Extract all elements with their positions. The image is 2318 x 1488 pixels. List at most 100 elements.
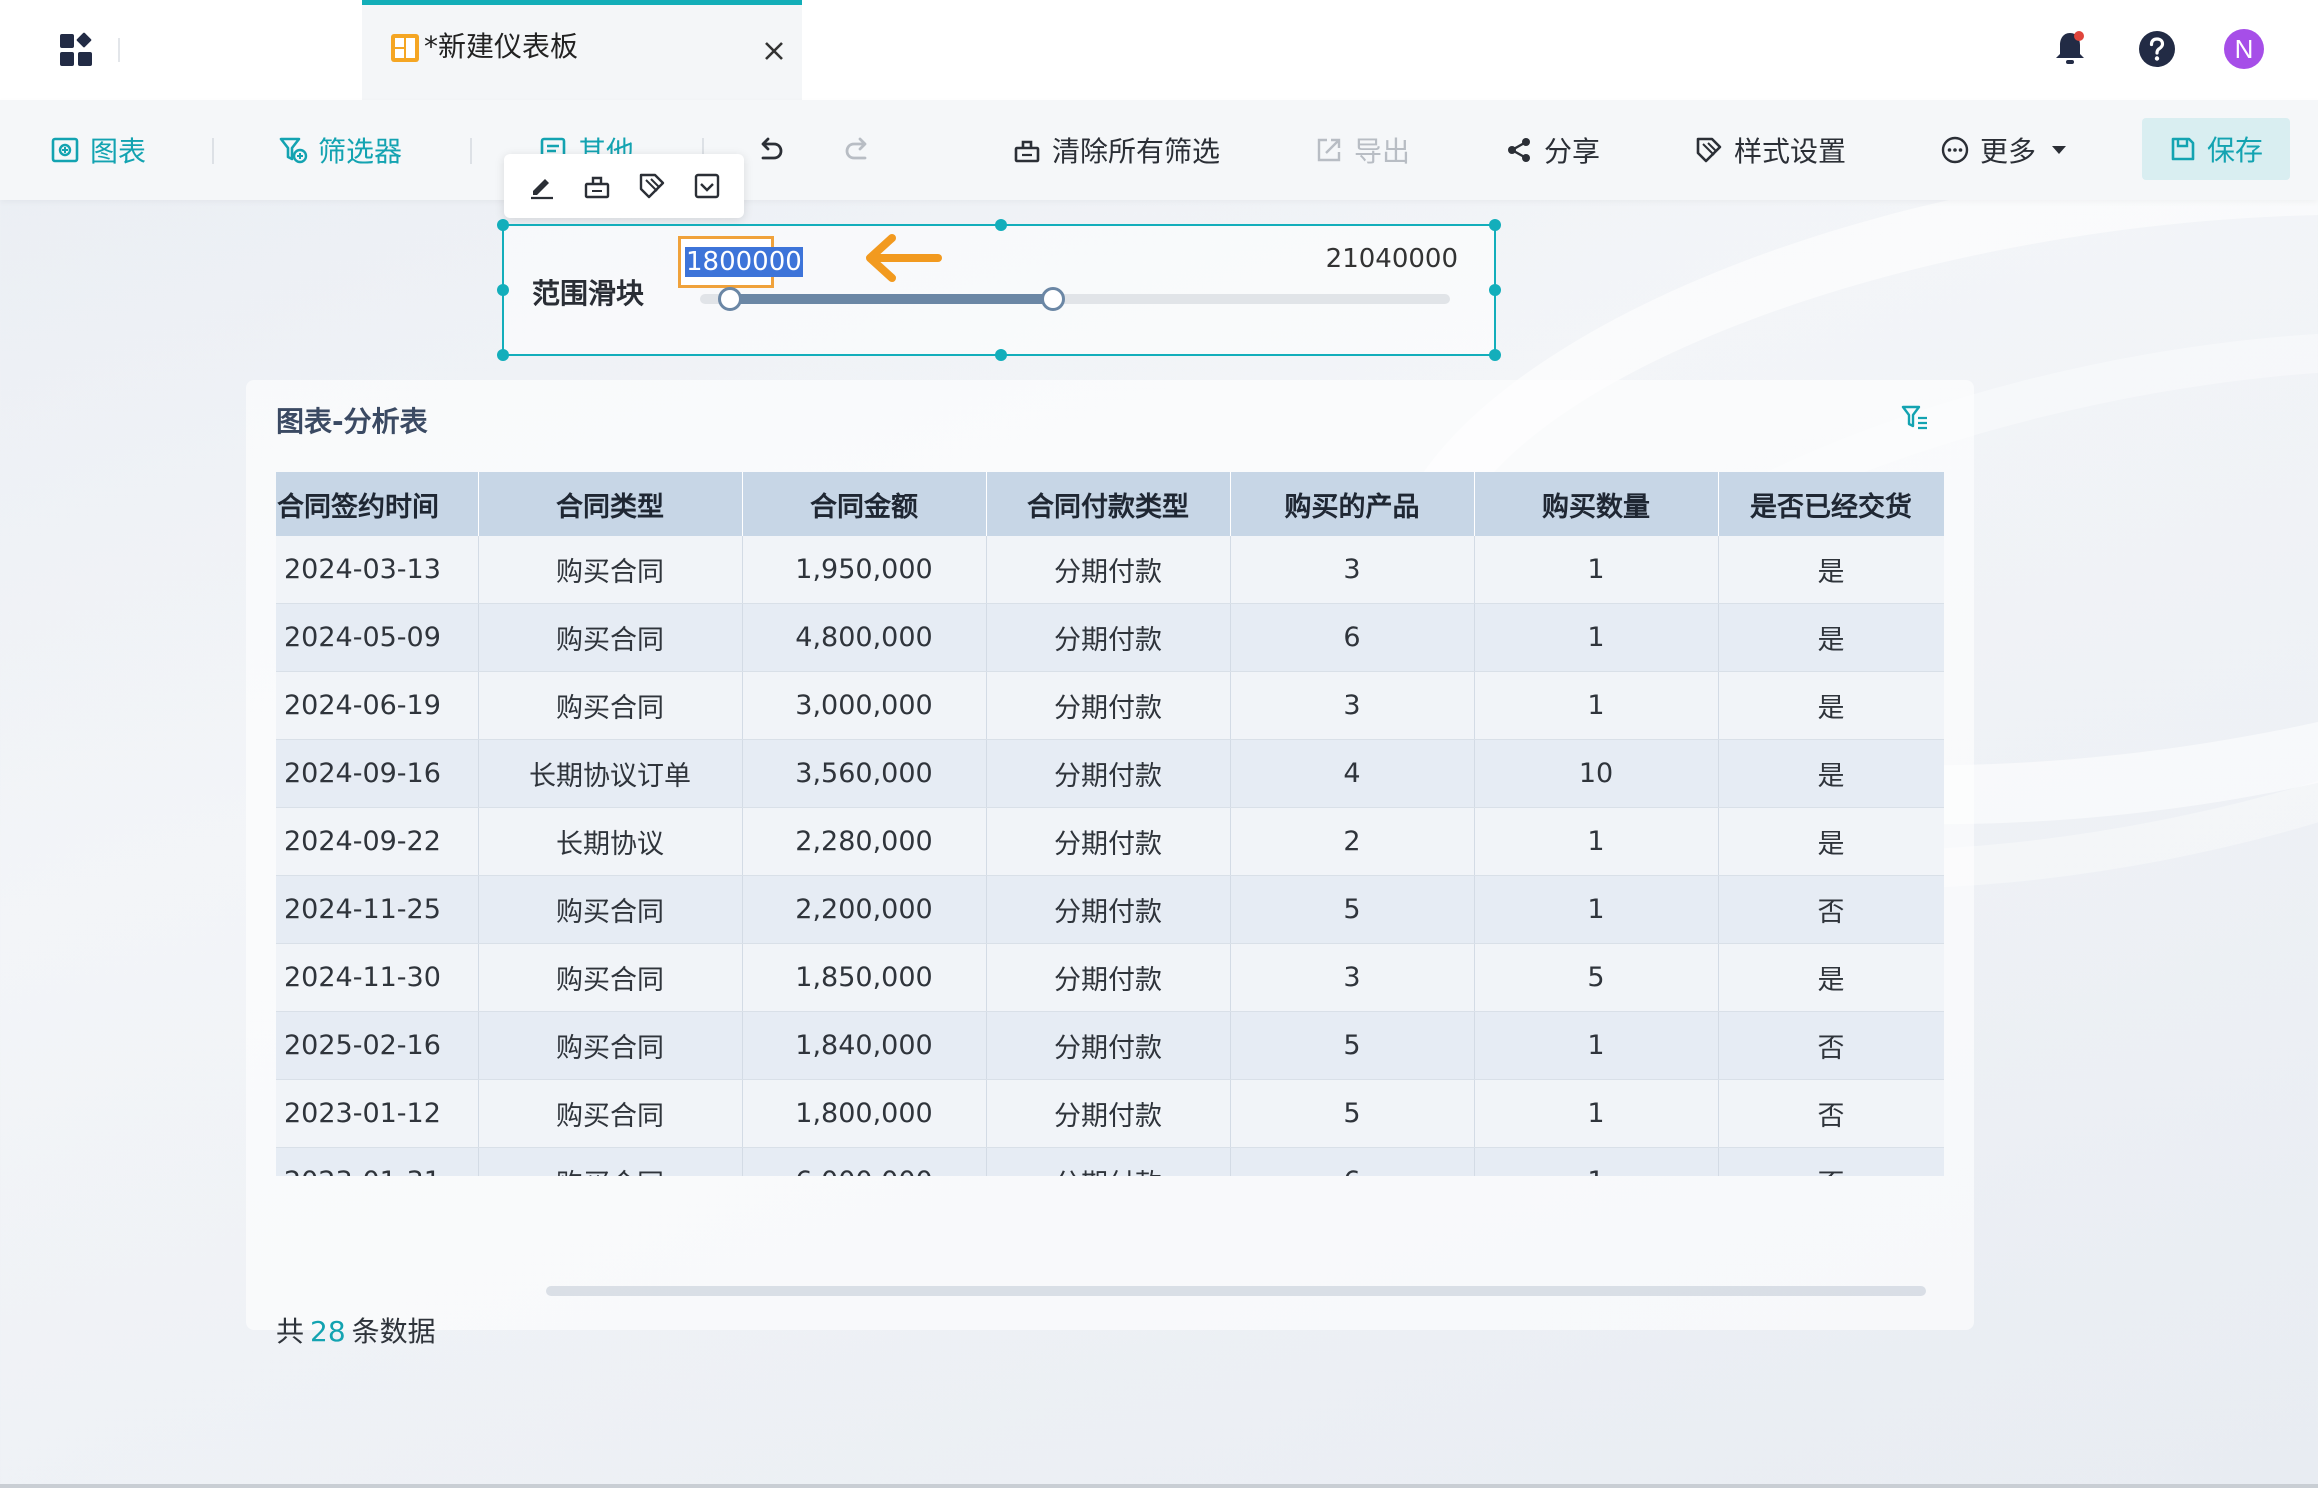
range-slider-widget[interactable]: 范围滑块 1800000 21040000 <box>497 219 1501 361</box>
table-row[interactable]: 2023-01-12 购买合同 1,800,000 分期付款 5 1 否 <box>276 1079 1944 1148</box>
top-bar: *新建仪表板 N <box>0 0 2318 100</box>
chart-button[interactable]: 图表 <box>50 130 146 170</box>
slider-selected-range <box>730 294 1053 304</box>
column-header[interactable]: 合同金额 <box>742 472 987 536</box>
table-cell: 4,800,000 <box>742 603 987 672</box>
resize-handle[interactable] <box>497 284 509 296</box>
table-cell: 2024-05-09 <box>276 603 479 672</box>
save-icon <box>2171 137 2195 161</box>
resize-handle[interactable] <box>1489 349 1501 361</box>
column-header[interactable]: 是否已经交货 <box>1718 472 1944 536</box>
table-cell: 是 <box>1718 807 1944 876</box>
table-cell: 2023-01-31 <box>276 1147 479 1176</box>
apps-grid-icon[interactable] <box>58 32 96 70</box>
resize-handle[interactable] <box>497 349 509 361</box>
save-button[interactable]: 保存 <box>2142 118 2290 180</box>
style-brush-icon[interactable] <box>637 171 667 201</box>
filter-button[interactable]: 筛选器 <box>278 130 402 170</box>
table-row[interactable]: 2024-11-25 购买合同 2,200,000 分期付款 5 1 否 <box>276 875 1944 944</box>
table-cell: 1,850,000 <box>742 943 987 1012</box>
table-cell: 2,200,000 <box>742 875 987 944</box>
table-row[interactable]: 2024-09-16 长期协议订单 3,560,000 分期付款 4 10 是 <box>276 739 1944 808</box>
clear-filters-button[interactable]: 清除所有筛选 <box>1012 130 1220 170</box>
bell-icon[interactable] <box>2054 30 2086 66</box>
table-row[interactable]: 2024-06-19 购买合同 3,000,000 分期付款 3 1 是 <box>276 671 1944 740</box>
table-cell: 分期付款 <box>986 807 1231 876</box>
table-row[interactable]: 2024-05-09 购买合同 4,800,000 分期付款 6 1 是 <box>276 603 1944 672</box>
undo-icon[interactable] <box>754 134 786 166</box>
table-cell: 2,280,000 <box>742 807 987 876</box>
slider-min-value: 1800000 <box>685 247 803 277</box>
share-button[interactable]: 分享 <box>1504 130 1600 170</box>
table-cell: 6,000,000 <box>742 1147 987 1176</box>
slider-high-handle[interactable] <box>1040 287 1065 311</box>
table-cell: 1 <box>1474 1147 1719 1176</box>
checkbox-dropdown-icon[interactable] <box>692 171 722 201</box>
redo-icon[interactable] <box>842 134 874 166</box>
slider-max-value[interactable]: 21040000 <box>1326 244 1458 274</box>
resize-handle[interactable] <box>995 349 1007 361</box>
table-cell: 是 <box>1718 943 1944 1012</box>
record-count-suffix: 条数据 <box>351 1315 436 1348</box>
add-filter-icon <box>279 137 308 164</box>
table-cell: 分期付款 <box>986 1147 1231 1176</box>
record-count-prefix: 共 <box>276 1315 305 1348</box>
caret-down-icon <box>2052 146 2067 154</box>
table-cell: 长期协议订单 <box>478 739 743 808</box>
table-cell: 2024-09-16 <box>276 739 479 808</box>
table-cell: 2024-11-30 <box>276 943 479 1012</box>
table-cell: 购买合同 <box>478 1079 743 1148</box>
help-icon[interactable] <box>2138 30 2176 68</box>
table-cell: 4 <box>1230 739 1475 808</box>
table-row[interactable]: 2023-01-31购买合同6,000,000分期付款61否 <box>276 1147 1944 1176</box>
slider-track[interactable] <box>700 287 1450 311</box>
avatar[interactable]: N <box>2224 29 2264 69</box>
table-cell: 1,800,000 <box>742 1079 987 1148</box>
edit-icon[interactable] <box>527 171 557 201</box>
dashboard-toolbar: 图表 筛选器 其他 清除所有筛选 导出 分享 样式设置 更多 保存 <box>0 100 2318 200</box>
table-row[interactable]: 2024-03-13 购买合同 1,950,000 分期付款 3 1 是 <box>276 536 1944 604</box>
more-button[interactable]: 更多 <box>1940 130 2078 170</box>
slider-min-input[interactable]: 1800000 <box>678 236 803 288</box>
table-cell: 否 <box>1718 1011 1944 1080</box>
slider-low-handle[interactable] <box>718 287 742 311</box>
eraser-icon[interactable] <box>582 171 612 201</box>
column-header[interactable]: 购买的产品 <box>1230 472 1475 536</box>
table-cell: 分期付款 <box>986 536 1231 604</box>
export-button[interactable]: 导出 <box>1314 130 1410 170</box>
column-header[interactable]: 合同类型 <box>478 472 743 536</box>
record-count: 共 28 条数据 <box>276 1310 436 1350</box>
table-cell: 3,560,000 <box>742 739 987 808</box>
column-header[interactable]: 合同付款类型 <box>986 472 1231 536</box>
table-row[interactable]: 2024-09-22 长期协议 2,280,000 分期付款 2 1 是 <box>276 807 1944 876</box>
style-brush-icon <box>1696 137 1722 163</box>
table-cell: 6 <box>1230 1147 1475 1176</box>
table-cell: 6 <box>1230 603 1475 672</box>
divider <box>470 138 472 164</box>
table-row[interactable]: 2024-11-30 购买合同 1,850,000 分期付款 3 5 是 <box>276 943 1944 1012</box>
horizontal-scrollbar[interactable] <box>546 1286 1926 1296</box>
dashboard-icon <box>391 34 419 62</box>
data-table[interactable]: 合同签约时间 合同类型 合同金额 合同付款类型 购买的产品 购买数量 是否已经交货 2024… <box>276 472 1944 1176</box>
style-settings-button[interactable]: 样式设置 <box>1694 130 1846 170</box>
divider <box>118 38 120 62</box>
table-cell: 购买合同 <box>478 875 743 944</box>
column-header[interactable]: 购买数量 <box>1474 472 1719 536</box>
table-cell: 1 <box>1474 807 1719 876</box>
table-cell: 是 <box>1718 671 1944 740</box>
resize-handle[interactable] <box>1489 284 1501 296</box>
table-cell: 是 <box>1718 536 1944 604</box>
table-row[interactable]: 2025-02-16 购买合同 1,840,000 分期付款 5 1 否 <box>276 1011 1944 1080</box>
add-chart-icon <box>51 137 79 163</box>
column-header[interactable]: 合同签约时间 <box>276 472 479 536</box>
tab-title: *新建仪表板 <box>424 30 579 63</box>
table-cell: 5 <box>1230 1079 1475 1148</box>
resize-handle[interactable] <box>497 219 509 231</box>
table-cell: 1 <box>1474 671 1719 740</box>
resize-handle[interactable] <box>995 219 1007 231</box>
resize-handle[interactable] <box>1489 219 1501 231</box>
tab-dashboard[interactable]: *新建仪表板 <box>362 0 802 100</box>
filter-icon[interactable] <box>1900 402 1930 432</box>
arrow-left-icon <box>866 234 942 282</box>
close-icon[interactable] <box>762 39 786 63</box>
